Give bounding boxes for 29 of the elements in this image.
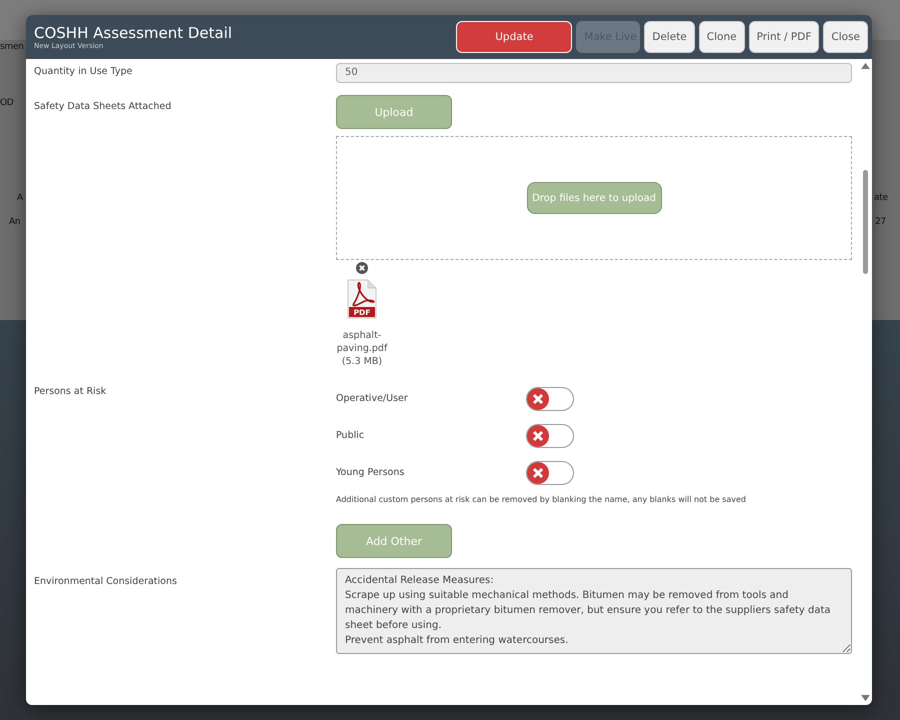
remove-icon[interactable] — [356, 262, 368, 274]
person-label: Public — [336, 430, 366, 441]
scroll-down-icon[interactable] — [860, 695, 870, 702]
person-label: Young Persons — [336, 467, 406, 478]
scroll-up-icon[interactable] — [860, 62, 870, 69]
background-page-text: An — [9, 217, 20, 227]
environmental-text-area[interactable]: Accidental Release Measures: Scrape up using suitable mechanical methods. Bitumen may be removed from tools and machinery with a proprietary bitumen remover, but ensure you refer to the suppliers safety data sheet before using. Prevent asphalt from entering watercourses. — [336, 568, 852, 654]
header-button[interactable]: Delete — [644, 21, 695, 53]
background-page-text: OD — [0, 98, 14, 108]
toggle-switch[interactable] — [526, 460, 574, 484]
background-page-text: smen — [0, 42, 24, 52]
toggle-switch[interactable] — [526, 424, 574, 448]
header-button[interactable]: Clone — [698, 21, 745, 53]
person-label: Operative/User — [336, 393, 409, 404]
field-label: Safety Data Sheets Attached — [34, 100, 172, 114]
field-label: Environmental Considerations — [34, 575, 178, 589]
dialog-title: COSHH Assessment Detail — [34, 24, 232, 42]
header-button[interactable]: Close — [823, 21, 868, 53]
background-page-text: ate — [874, 193, 888, 203]
field-label: Quantity in Use Type — [34, 65, 134, 79]
update-button[interactable]: Update — [456, 21, 572, 53]
quantity-type-field[interactable]: 50 — [336, 63, 852, 83]
toggle-switch[interactable] — [526, 386, 574, 410]
file-name: asphalt-paving.pdf (5.3 MB) — [336, 329, 388, 368]
field-label: Persons at Risk — [34, 385, 108, 399]
background-page-text: 27 — [875, 217, 886, 227]
header-button[interactable]: Print / PDF — [748, 21, 820, 53]
background-page-text: A — [17, 193, 23, 203]
help-text: Additional custom persons at risk can be removed by blanking the name, any blanks will not be saved — [336, 495, 746, 504]
